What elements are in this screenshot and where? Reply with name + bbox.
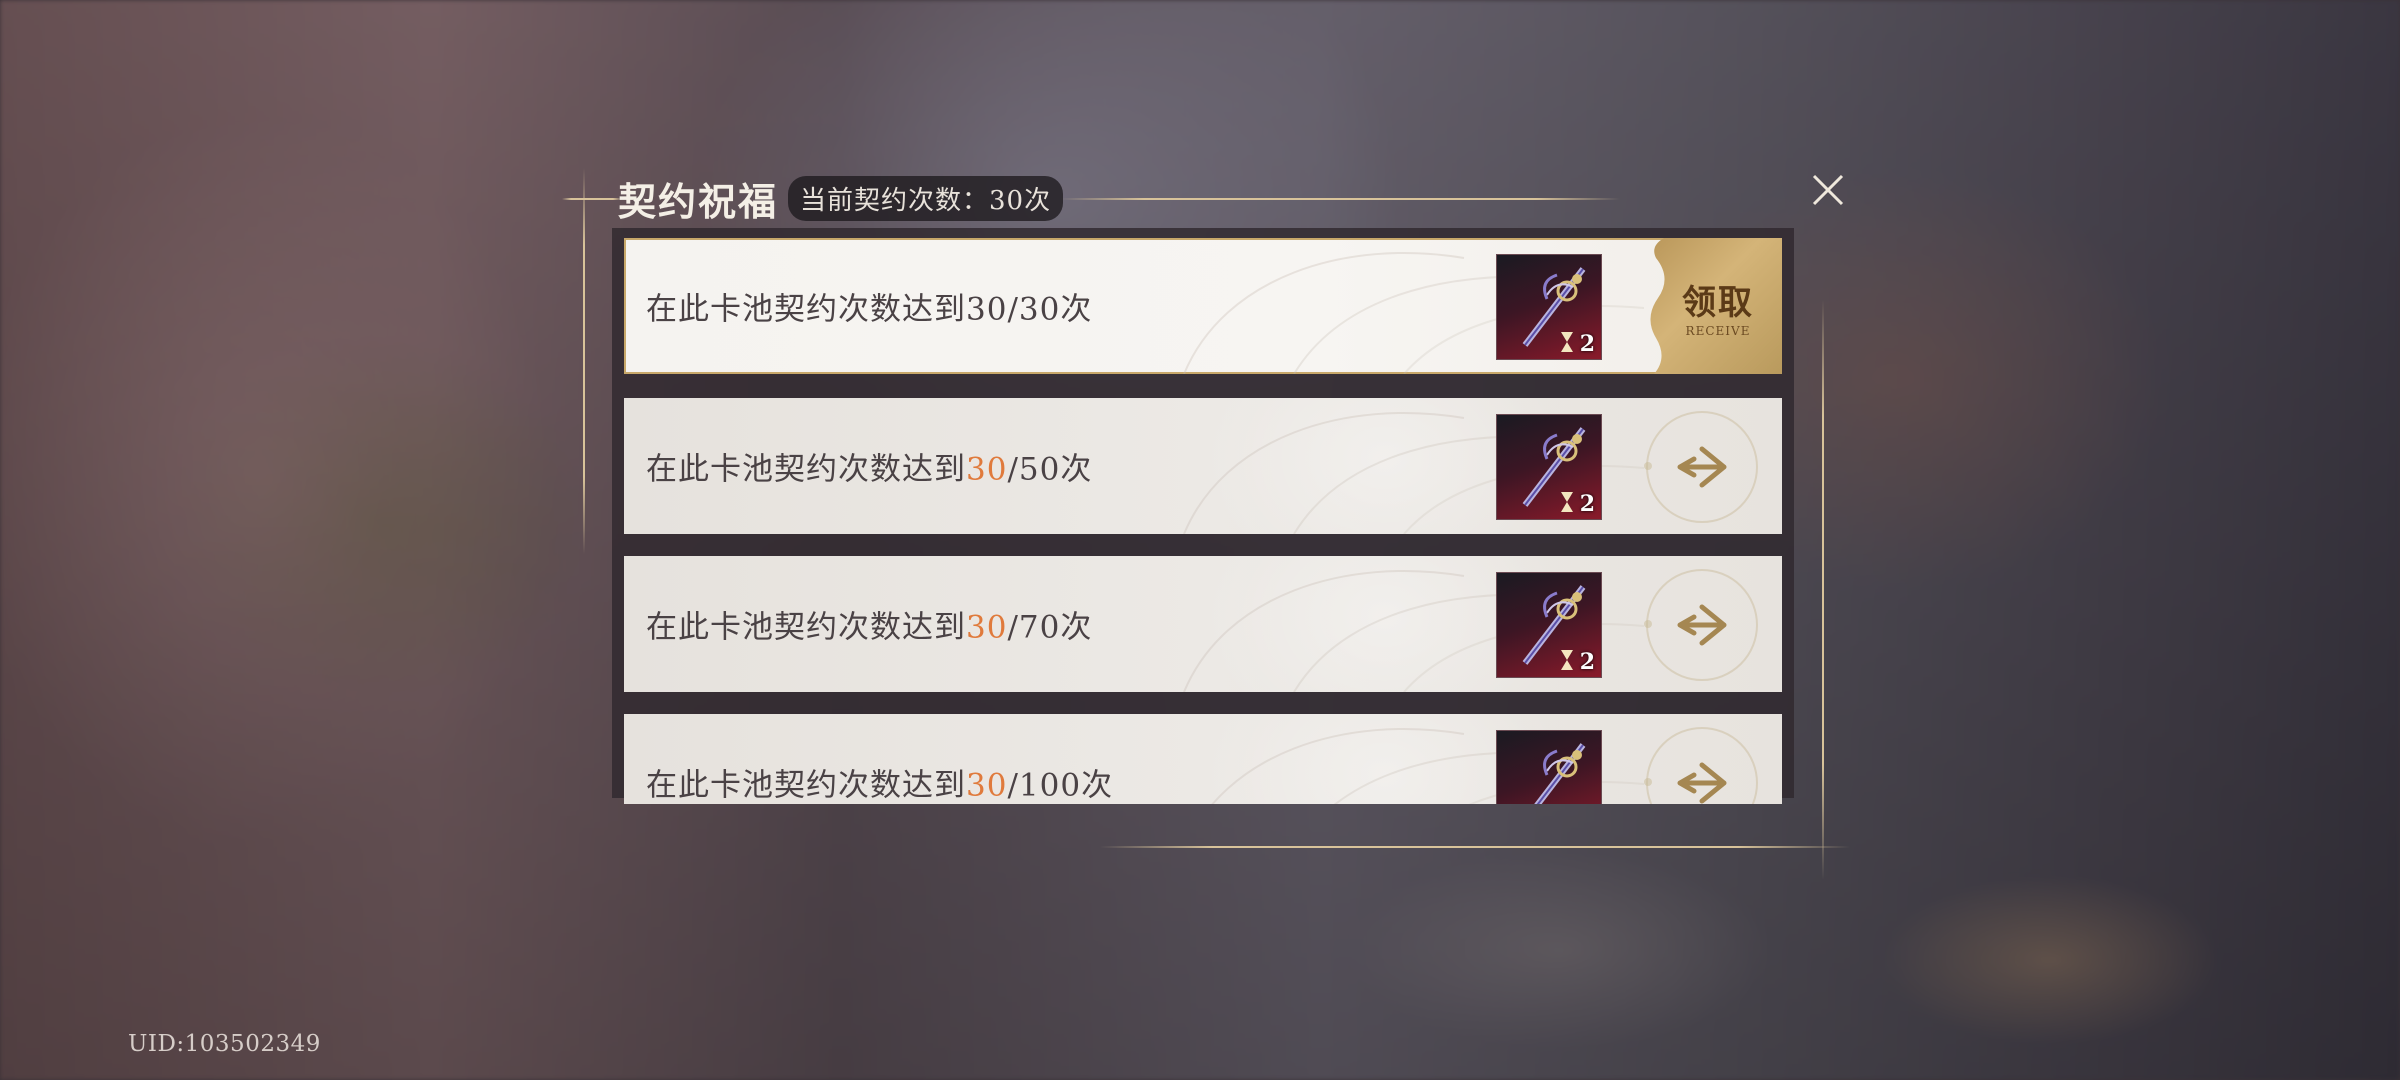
- milestone-target-count: /30次: [1007, 291, 1093, 328]
- milestone-current-count: 30: [966, 451, 1008, 488]
- goto-button[interactable]: [1646, 727, 1758, 804]
- goto-arrow-icon: [1677, 604, 1727, 646]
- milestone-target-count: /70次: [1007, 609, 1093, 646]
- dialog-header: 契约祝福 当前契约次数：30次: [618, 172, 1064, 224]
- hourglass-icon: [1561, 492, 1573, 512]
- player-uid: UID:103502349: [128, 1031, 321, 1057]
- hourglass-icon: [1561, 332, 1573, 352]
- close-button[interactable]: [1808, 170, 1848, 210]
- frame-bottom-line: [1100, 846, 1850, 848]
- frame-right-line: [1822, 300, 1824, 880]
- goto-arrow-icon: [1677, 762, 1727, 804]
- sword-reward-icon[interactable]: 2: [1496, 254, 1602, 360]
- hourglass-icon: [1561, 650, 1573, 670]
- milestone-current-count: 30: [966, 609, 1008, 646]
- milestone-label: 在此卡池契约次数达到30/100次: [646, 760, 1113, 805]
- milestone-label: 在此卡池契约次数达到30/50次: [646, 444, 1092, 489]
- milestone-list[interactable]: 在此卡池契约次数达到30/30次 2 领取 RECEIVE 在此卡池契约次数达到30/5…: [624, 238, 1782, 804]
- contract-count-badge: 当前契约次数：30次: [788, 175, 1064, 221]
- milestone-target-count: /50次: [1007, 451, 1093, 488]
- milestone-label: 在此卡池契约次数达到30/30次: [646, 284, 1092, 329]
- dialog-title: 契约祝福: [618, 178, 779, 224]
- milestone-row[interactable]: 在此卡池契约次数达到30/100次 2: [624, 714, 1782, 804]
- receive-label-en: RECEIVE: [1685, 323, 1751, 338]
- receive-button[interactable]: 领取 RECEIVE: [1634, 238, 1782, 374]
- milestone-prefix: 在此卡池契约次数达到: [646, 767, 966, 804]
- milestone-row[interactable]: 在此卡池契约次数达到30/70次 2: [624, 556, 1782, 692]
- reward-quantity: 2: [1579, 649, 1595, 675]
- milestone-current-count: 30: [966, 767, 1008, 804]
- milestone-target-count: /100次: [1007, 767, 1114, 804]
- milestone-prefix: 在此卡池契约次数达到: [646, 609, 966, 646]
- milestone-prefix: 在此卡池契约次数达到: [646, 451, 966, 488]
- sword-reward-icon[interactable]: 2: [1496, 572, 1602, 678]
- receive-label: 领取: [1682, 282, 1754, 323]
- frame-top-line: [562, 198, 622, 200]
- milestone-row[interactable]: 在此卡池契约次数达到30/30次 2 领取 RECEIVE: [624, 238, 1782, 374]
- sword-icon: [1534, 743, 1586, 804]
- sword-reward-icon[interactable]: 2: [1496, 730, 1602, 804]
- sword-reward-icon[interactable]: 2: [1496, 414, 1602, 520]
- milestone-label: 在此卡池契约次数达到30/70次: [646, 602, 1092, 647]
- goto-button[interactable]: [1646, 569, 1758, 681]
- goto-arrow-icon: [1677, 446, 1727, 488]
- close-icon: [1812, 174, 1844, 206]
- reward-quantity: 2: [1579, 331, 1595, 357]
- milestone-prefix: 在此卡池契约次数达到: [646, 291, 966, 328]
- reward-quantity: 2: [1579, 491, 1595, 517]
- frame-top-right-line: [1060, 198, 1620, 200]
- frame-left-line: [583, 168, 585, 554]
- milestone-row[interactable]: 在此卡池契约次数达到30/50次 2: [624, 398, 1782, 534]
- goto-button[interactable]: [1646, 411, 1758, 523]
- milestone-current-count: 30: [966, 291, 1008, 328]
